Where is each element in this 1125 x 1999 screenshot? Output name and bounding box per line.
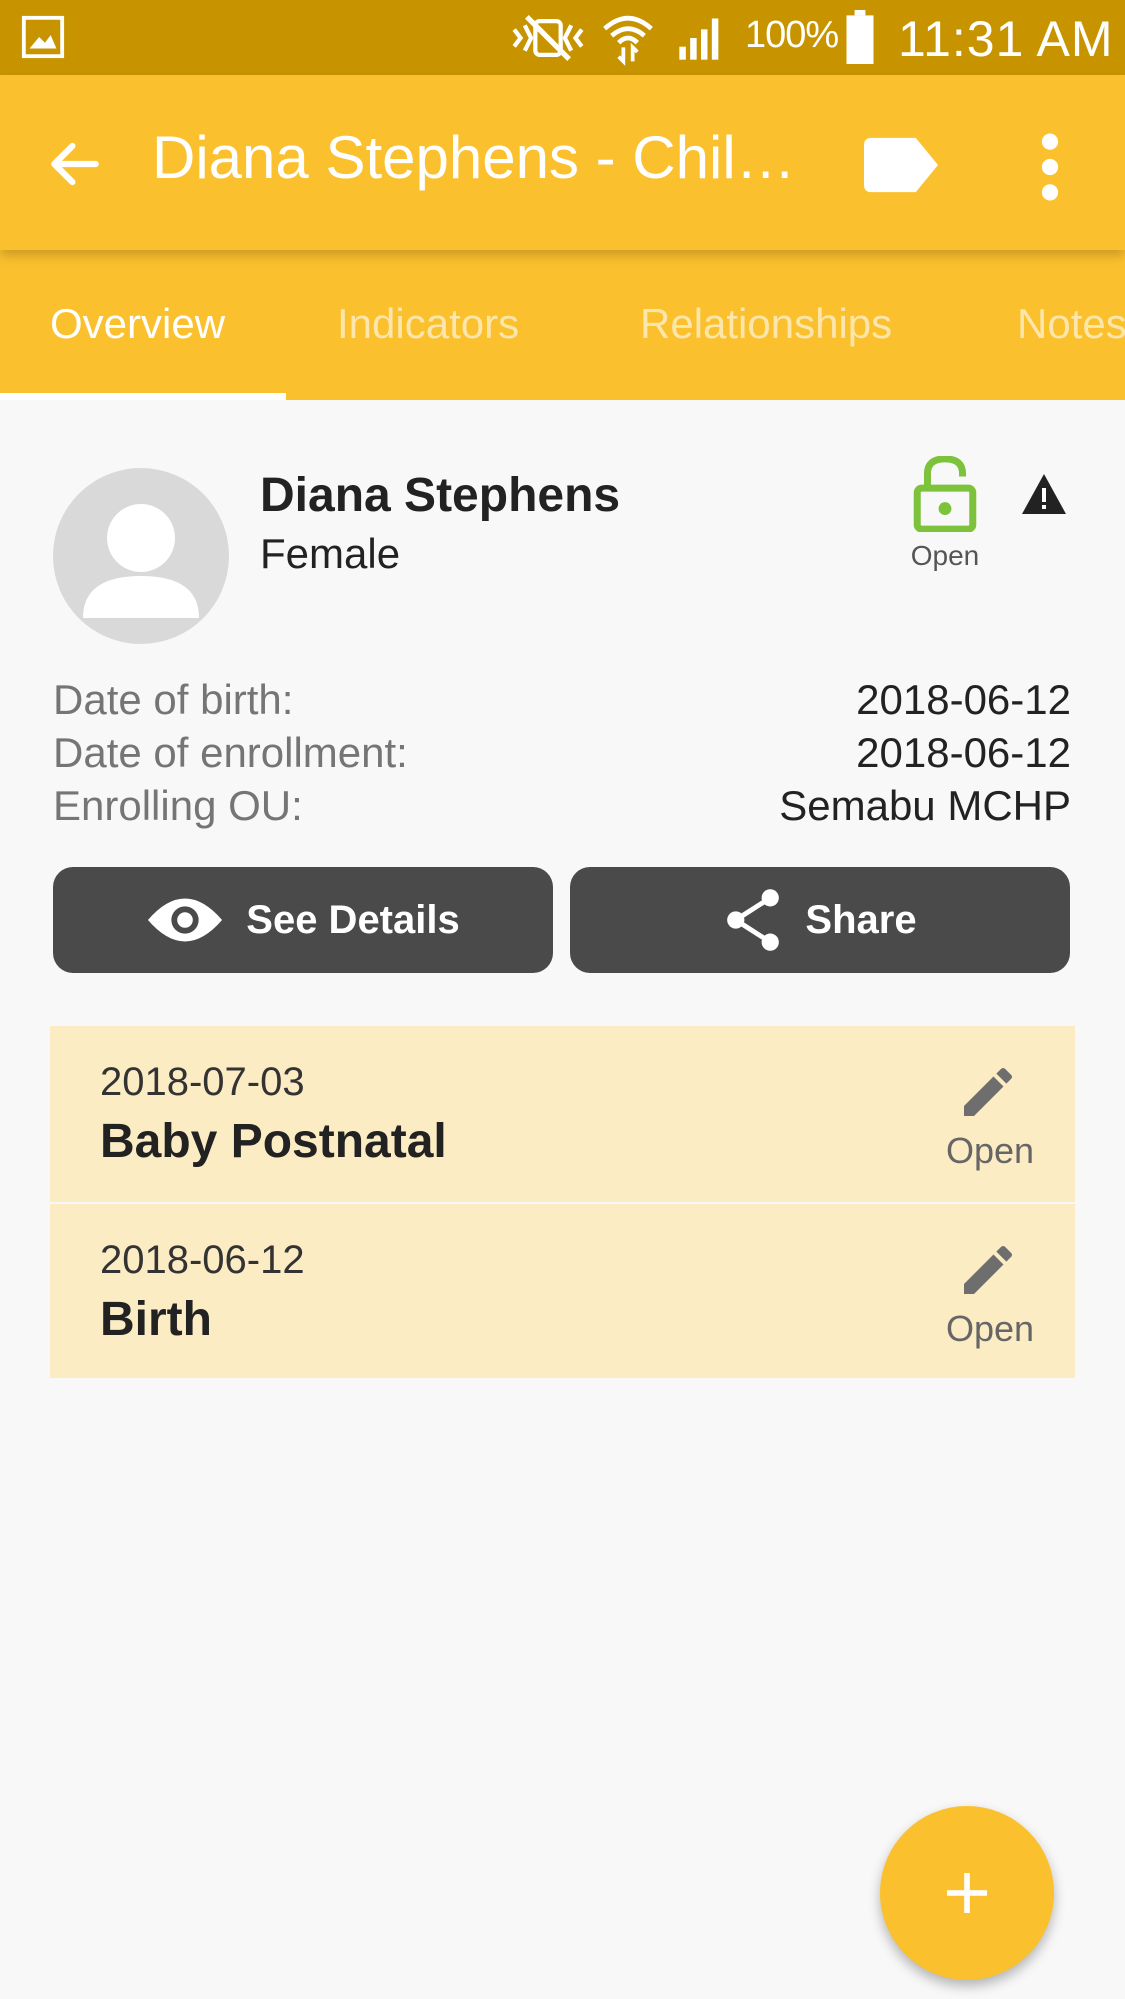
- edit-pencil-icon[interactable]: [956, 1060, 1020, 1124]
- edit-pencil-icon[interactable]: [956, 1238, 1020, 1302]
- share-icon: [727, 889, 780, 951]
- event-date: 2018-06-12: [100, 1238, 305, 1282]
- tab-indicator: [0, 393, 286, 400]
- battery-percentage: 100%: [745, 14, 839, 56]
- share-label: Share: [805, 897, 917, 942]
- wifi-icon: [603, 15, 653, 66]
- event-card[interactable]: 2018-07-03 Baby Postnatal Open: [50, 1026, 1075, 1202]
- see-details-label: See Details: [246, 897, 460, 942]
- person-icon: [83, 504, 199, 618]
- vibrate-mute-icon: [512, 15, 584, 61]
- back-arrow-icon[interactable]: [44, 133, 106, 195]
- event-status: Open: [945, 1308, 1035, 1349]
- app-bar: Diana Stephens - Child Programme: [0, 75, 1125, 250]
- gallery-icon: [21, 15, 65, 59]
- eye-icon: [148, 898, 223, 942]
- person-sex: Female: [260, 530, 401, 577]
- status-bar: 100% 11:31 AM: [0, 0, 1125, 75]
- add-event-fab[interactable]: [880, 1806, 1054, 1980]
- event-stage-name: Baby Postnatal: [100, 1115, 447, 1168]
- enrollment-status: Open: [910, 540, 980, 571]
- event-stage-name: Birth: [100, 1293, 212, 1346]
- tab-indicators[interactable]: Indicators: [337, 300, 519, 348]
- lock-open-icon[interactable]: [912, 456, 978, 532]
- signal-icon: [679, 18, 719, 60]
- label-tag-icon[interactable]: [864, 137, 938, 193]
- tab-overview[interactable]: Overview: [50, 300, 225, 348]
- detail-label: Date of enrollment:: [53, 729, 408, 776]
- battery-icon: [846, 10, 874, 64]
- more-options-icon[interactable]: [1028, 129, 1072, 205]
- event-status: Open: [945, 1130, 1035, 1171]
- plus-icon: [947, 1873, 987, 1913]
- detail-enrolling-ou: Enrolling OU: Semabu MCHP: [53, 782, 1071, 834]
- warning-icon[interactable]: [1020, 472, 1068, 516]
- tab-notes[interactable]: Notes: [1017, 300, 1125, 348]
- detail-label: Enrolling OU:: [53, 782, 303, 829]
- event-card[interactable]: 2018-06-12 Birth Open: [50, 1204, 1075, 1378]
- avatar: [53, 468, 229, 644]
- share-button[interactable]: Share: [570, 867, 1070, 973]
- page-title: Diana Stephens - Child Programme: [152, 124, 822, 191]
- clock: 11:31 AM: [898, 11, 1114, 67]
- detail-value: 2018-06-12: [856, 676, 1071, 723]
- tab-relationships[interactable]: Relationships: [640, 300, 892, 348]
- detail-value: 2018-06-12: [856, 729, 1071, 776]
- tab-bar: Overview Indicators Relationships Notes: [0, 250, 1125, 400]
- detail-date-of-birth: Date of birth: 2018-06-12: [53, 676, 1071, 728]
- see-details-button[interactable]: See Details: [53, 867, 553, 973]
- event-date: 2018-07-03: [100, 1060, 305, 1104]
- person-name: Diana Stephens: [260, 469, 621, 522]
- detail-date-of-enrollment: Date of enrollment: 2018-06-12: [53, 729, 1071, 781]
- detail-value: Semabu MCHP: [779, 782, 1071, 829]
- detail-label: Date of birth:: [53, 676, 294, 723]
